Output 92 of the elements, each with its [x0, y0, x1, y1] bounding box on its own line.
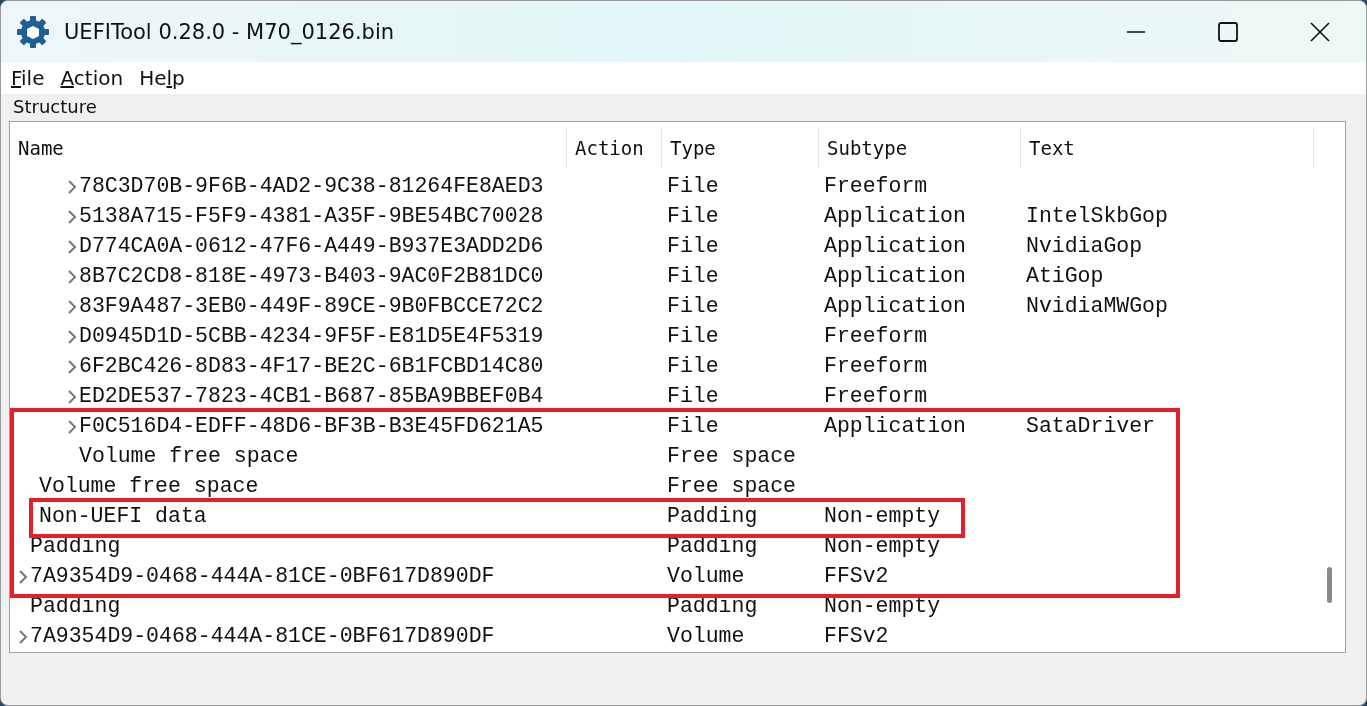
type-cell: Free space: [667, 446, 797, 468]
type-cell: File: [667, 416, 719, 438]
tree-row[interactable]: Padding Padding Non-empty: [10, 592, 1314, 622]
subtype-cell: Freeform: [824, 176, 928, 198]
subtype-cell: FFSv2: [824, 566, 889, 588]
tree-row[interactable]: 7A9354D9-0468-444A-81CE-0BF617D890DF Volume FFSv2: [10, 622, 1314, 652]
type-cell: File: [667, 236, 719, 258]
maximize-icon: [1217, 20, 1239, 43]
tree-item-name[interactable]: 78C3D70B-9F6B-4AD2-9C38-81264FE8AED3: [79, 176, 544, 198]
chevron-right-icon[interactable]: [67, 209, 77, 225]
text-cell: AtiGop: [1026, 266, 1104, 288]
tree-row[interactable]: F0C516D4-EDFF-48D6-BF3B-B3E45FD621A5 File Application SataDriver: [10, 412, 1314, 442]
tree-item-name[interactable]: D774CA0A-0612-47F6-A449-B937E3ADD2D6: [79, 236, 544, 258]
subtype-cell: Freeform: [824, 356, 928, 378]
tree-item-name[interactable]: 83F9A487-3EB0-449F-89CE-9B0FBCCE72C2: [79, 296, 544, 318]
menu-item[interactable]: File: [3, 64, 53, 92]
tree-item-name[interactable]: ED2DE537-7823-4CB1-B687-85BA9BBEF0B4: [79, 386, 544, 408]
text-cell: IntelSkbGop: [1026, 206, 1168, 228]
type-cell: File: [667, 176, 719, 198]
chevron-right-icon[interactable]: [67, 389, 77, 405]
type-cell: Volume: [667, 626, 745, 648]
group-title: Structure: [13, 96, 97, 117]
chevron-right-icon[interactable]: [67, 419, 77, 435]
tree-item-name[interactable]: Volume free space: [39, 476, 259, 498]
subtype-cell: Application: [824, 416, 966, 438]
minimize-icon: [1127, 30, 1145, 33]
chevron-right-icon[interactable]: [18, 569, 28, 585]
subtype-cell: Non-empty: [824, 596, 941, 618]
column-header[interactable]: Type: [662, 128, 819, 168]
subtype-cell: Freeform: [824, 326, 928, 348]
chevron-right-icon[interactable]: [67, 269, 77, 285]
type-cell: File: [667, 206, 719, 228]
scrollbar-thumb[interactable]: [1327, 567, 1332, 603]
chevron-right-icon[interactable]: [67, 359, 77, 375]
chevron-right-icon[interactable]: [18, 629, 28, 645]
tree-item-name[interactable]: Padding: [30, 596, 121, 618]
tree-row[interactable]: D0945D1D-5CBB-4234-9F5F-E81D5E4F5319 File Freeform: [10, 322, 1314, 352]
subtype-cell: Freeform: [824, 386, 928, 408]
tree-item-name[interactable]: Padding: [30, 536, 121, 558]
close-icon: [1309, 20, 1331, 43]
tree-row[interactable]: 7A9354D9-0468-444A-81CE-0BF617D890DF Volume FFSv2: [10, 562, 1314, 592]
tree-item-name[interactable]: 8B7C2CD8-818E-4973-B403-9AC0F2B81DC0: [79, 266, 544, 288]
chevron-right-icon[interactable]: [67, 299, 77, 315]
subtype-cell: FFSv2: [824, 626, 889, 648]
subtype-cell: Application: [824, 236, 966, 258]
tree-row[interactable]: ED2DE537-7823-4CB1-B687-85BA9BBEF0B4 File Freeform: [10, 382, 1314, 412]
subtype-cell: Application: [824, 296, 966, 318]
window-title: UEFITool 0.28.0 - M70_0126.bin: [64, 19, 395, 44]
tree-row[interactable]: Non-UEFI data Padding Non-empty: [10, 502, 1314, 532]
type-cell: File: [667, 296, 719, 318]
type-cell: Padding: [667, 506, 758, 528]
text-cell: SataDriver: [1026, 416, 1156, 438]
tree-row[interactable]: 78C3D70B-9F6B-4AD2-9C38-81264FE8AED3 File Freeform: [10, 172, 1314, 202]
tree-item-name[interactable]: D0945D1D-5CBB-4234-9F5F-E81D5E4F5319: [79, 326, 544, 348]
tree-row[interactable]: D774CA0A-0612-47F6-A449-B937E3ADD2D6 File Application NvidiaGop: [10, 232, 1314, 262]
tree-item-name[interactable]: 7A9354D9-0468-444A-81CE-0BF617D890DF: [30, 566, 495, 588]
type-cell: Volume: [667, 566, 745, 588]
tree-row[interactable]: 6F2BC426-8D83-4F17-BE2C-6B1FCBD14C80 File Freeform: [10, 352, 1314, 382]
column-header[interactable]: Name: [10, 128, 567, 168]
type-cell: Free space: [667, 476, 797, 498]
text-cell: NvidiaMWGop: [1026, 296, 1168, 318]
tree-row[interactable]: 5138A715-F5F9-4381-A35F-9BE54BC70028 File Application IntelSkbGop: [10, 202, 1314, 232]
tree-item-name[interactable]: Volume free space: [79, 446, 299, 468]
type-cell: File: [667, 326, 719, 348]
subtype-cell: Application: [824, 206, 966, 228]
tree-item-name[interactable]: 6F2BC426-8D83-4F17-BE2C-6B1FCBD14C80: [79, 356, 544, 378]
menu-item[interactable]: Action: [52, 64, 132, 92]
tree-row[interactable]: Padding Padding Non-empty: [10, 532, 1314, 562]
tree-item-name[interactable]: 7A9354D9-0468-444A-81CE-0BF617D890DF: [30, 626, 495, 648]
type-cell: File: [667, 266, 719, 288]
tree-row[interactable]: 83F9A487-3EB0-449F-89CE-9B0FBCCE72C2 File Application NvidiaMWGop: [10, 292, 1314, 322]
chevron-right-icon[interactable]: [67, 329, 77, 345]
subtype-cell: Application: [824, 266, 966, 288]
tree-row[interactable]: Volume free space Free space: [10, 442, 1314, 472]
type-cell: File: [667, 356, 719, 378]
tree-row[interactable]: Volume free space Free space: [10, 472, 1314, 502]
text-cell: NvidiaGop: [1026, 236, 1143, 258]
menu-item[interactable]: Help: [131, 64, 193, 92]
tree-item-name[interactable]: F0C516D4-EDFF-48D6-BF3B-B3E45FD621A5: [79, 416, 544, 438]
tree-item-name[interactable]: Non-UEFI data: [39, 506, 207, 528]
type-cell: Padding: [667, 536, 758, 558]
tree-row[interactable]: 8B7C2CD8-818E-4973-B403-9AC0F2B81DC0 File Application AtiGop: [10, 262, 1314, 292]
tree-item-name[interactable]: 5138A715-F5F9-4381-A35F-9BE54BC70028: [79, 206, 544, 228]
subtype-cell: Non-empty: [824, 506, 941, 528]
type-cell: Padding: [667, 596, 758, 618]
chevron-right-icon[interactable]: [67, 239, 77, 255]
type-cell: File: [667, 386, 719, 408]
gear-icon: [16, 14, 50, 49]
column-header[interactable]: Subtype: [819, 128, 1021, 168]
subtype-cell: Non-empty: [824, 536, 941, 558]
chevron-right-icon[interactable]: [67, 179, 77, 195]
column-header[interactable]: Action: [567, 128, 662, 168]
